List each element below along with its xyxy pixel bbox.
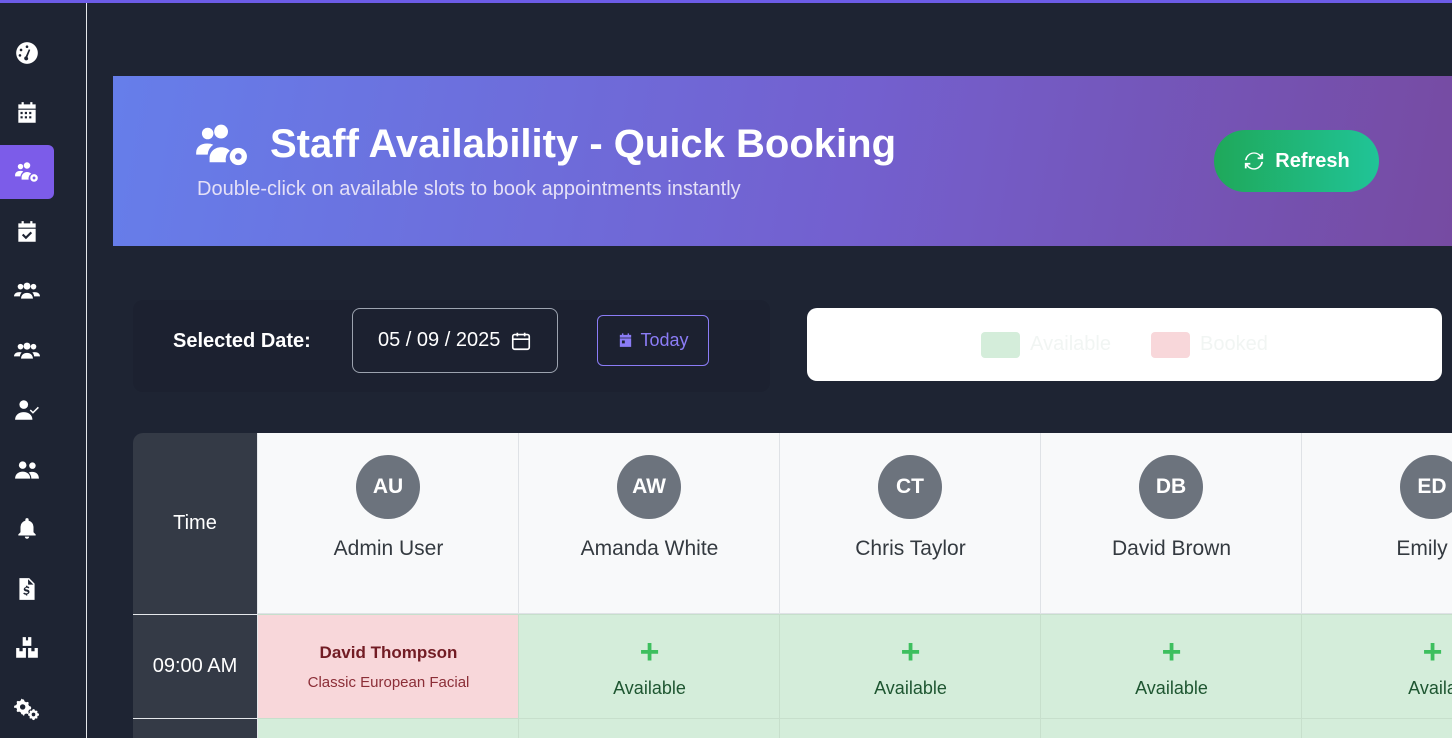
staff-settings-icon: [15, 162, 38, 182]
sidebar-item-settings[interactable]: [0, 681, 54, 735]
staff-column-header: ED Emily D: [1302, 433, 1452, 614]
plus-icon: +: [1422, 633, 1443, 671]
users-group-icon: [14, 342, 40, 359]
time-slot-label: 09:00 AM: [133, 614, 258, 718]
boxes-icon: [16, 637, 38, 658]
available-slot[interactable]: [1302, 718, 1452, 738]
legend-available-label: Available: [1030, 333, 1111, 355]
sidebar-item-staff-availability[interactable]: [0, 145, 54, 199]
sidebar-item-staff[interactable]: [0, 324, 54, 378]
calendar-picker-icon[interactable]: [510, 330, 532, 352]
today-label: Today: [640, 330, 689, 350]
staff-column-header: DB David Brown: [1041, 433, 1302, 614]
staff-name: Emily D: [1396, 537, 1452, 560]
calendar-check-icon: [18, 221, 36, 242]
avatar: AW: [617, 455, 681, 519]
available-label: Availa: [1408, 678, 1452, 698]
sidebar-item-calendar[interactable]: [0, 86, 54, 140]
user-friends-icon: [15, 461, 39, 479]
page-subtitle: Double-click on available slots to book …: [197, 178, 741, 200]
sidebar-item-notifications[interactable]: [0, 502, 54, 556]
staff-column-header: AU Admin User: [258, 433, 519, 614]
available-slot[interactable]: [519, 718, 780, 738]
refresh-label: Refresh: [1275, 149, 1350, 172]
schedule-grid: Time AU Admin User AW Amanda White CT Ch…: [133, 433, 1452, 738]
available-swatch: [981, 331, 1021, 358]
legend-booked: Booked: [1150, 331, 1268, 358]
available-label: Available: [613, 678, 686, 698]
sidebar-item-clients[interactable]: [0, 264, 54, 318]
staff-name: Chris Taylor: [855, 537, 966, 560]
time-slot-label: [133, 718, 258, 738]
plus-icon: +: [1161, 633, 1182, 671]
cogs-icon: [14, 698, 40, 721]
sidebar-item-inventory[interactable]: [0, 621, 54, 675]
sidebar-item-dashboard[interactable]: [0, 26, 54, 80]
top-accent-bar: [0, 0, 1452, 3]
refresh-icon: [1245, 152, 1264, 170]
avatar: DB: [1139, 455, 1203, 519]
legend-booked-label: Booked: [1199, 333, 1268, 355]
time-column-header: Time: [133, 433, 258, 614]
sidebar-item-invoices[interactable]: [0, 562, 54, 616]
sidebar-item-users[interactable]: [0, 443, 54, 497]
plus-icon: +: [639, 633, 660, 671]
sidebar-item-appointments[interactable]: [0, 205, 54, 259]
staff-name: David Brown: [1111, 537, 1232, 560]
booked-slot[interactable]: David Thompson Classic European Facial: [258, 614, 519, 718]
staff-column-header: CT Chris Taylor: [780, 433, 1041, 614]
avatar: ED: [1400, 455, 1452, 519]
service-name: Classic European Facial: [307, 674, 470, 691]
available-label: Available: [1135, 678, 1208, 698]
available-slot[interactable]: + Available: [1041, 614, 1302, 718]
staff-name: Admin User: [333, 537, 444, 560]
available-slot[interactable]: + Availa: [1302, 614, 1452, 718]
staff-column-header: AW Amanda White: [519, 433, 780, 614]
invoice-icon: [19, 578, 35, 600]
date-value: 05 / 09 / 2025: [378, 329, 501, 351]
sidebar-item-attendance[interactable]: [0, 383, 54, 437]
available-slot[interactable]: [780, 718, 1041, 738]
calendar-icon: [18, 102, 36, 123]
page-title: Staff Availability - Quick Booking: [270, 122, 897, 166]
bell-icon: [18, 518, 36, 539]
today-button[interactable]: Today: [597, 315, 709, 366]
date-input[interactable]: 05 / 09 / 2025: [352, 308, 558, 373]
avatar: AU: [356, 455, 420, 519]
sidebar: [0, 3, 87, 738]
refresh-button[interactable]: Refresh: [1214, 130, 1379, 192]
calendar-day-icon: [620, 333, 632, 347]
user-check-icon: [15, 400, 39, 420]
booked-swatch: [1150, 331, 1190, 358]
available-label: Available: [874, 678, 947, 698]
staff-settings-icon: [196, 122, 250, 168]
selected-date-label: Selected Date:: [173, 330, 311, 352]
plus-icon: +: [900, 633, 921, 671]
avatar: CT: [878, 455, 942, 519]
available-slot[interactable]: + Available: [519, 614, 780, 718]
client-name: David Thompson: [319, 643, 458, 662]
staff-name: Amanda White: [580, 537, 719, 560]
available-slot[interactable]: [258, 718, 519, 738]
available-slot[interactable]: [1041, 718, 1302, 738]
legend: Available Booked: [807, 308, 1442, 381]
dashboard-icon: [16, 42, 38, 64]
users-icon: [14, 282, 40, 299]
available-slot[interactable]: + Available: [780, 614, 1041, 718]
legend-available: Available: [981, 331, 1111, 358]
